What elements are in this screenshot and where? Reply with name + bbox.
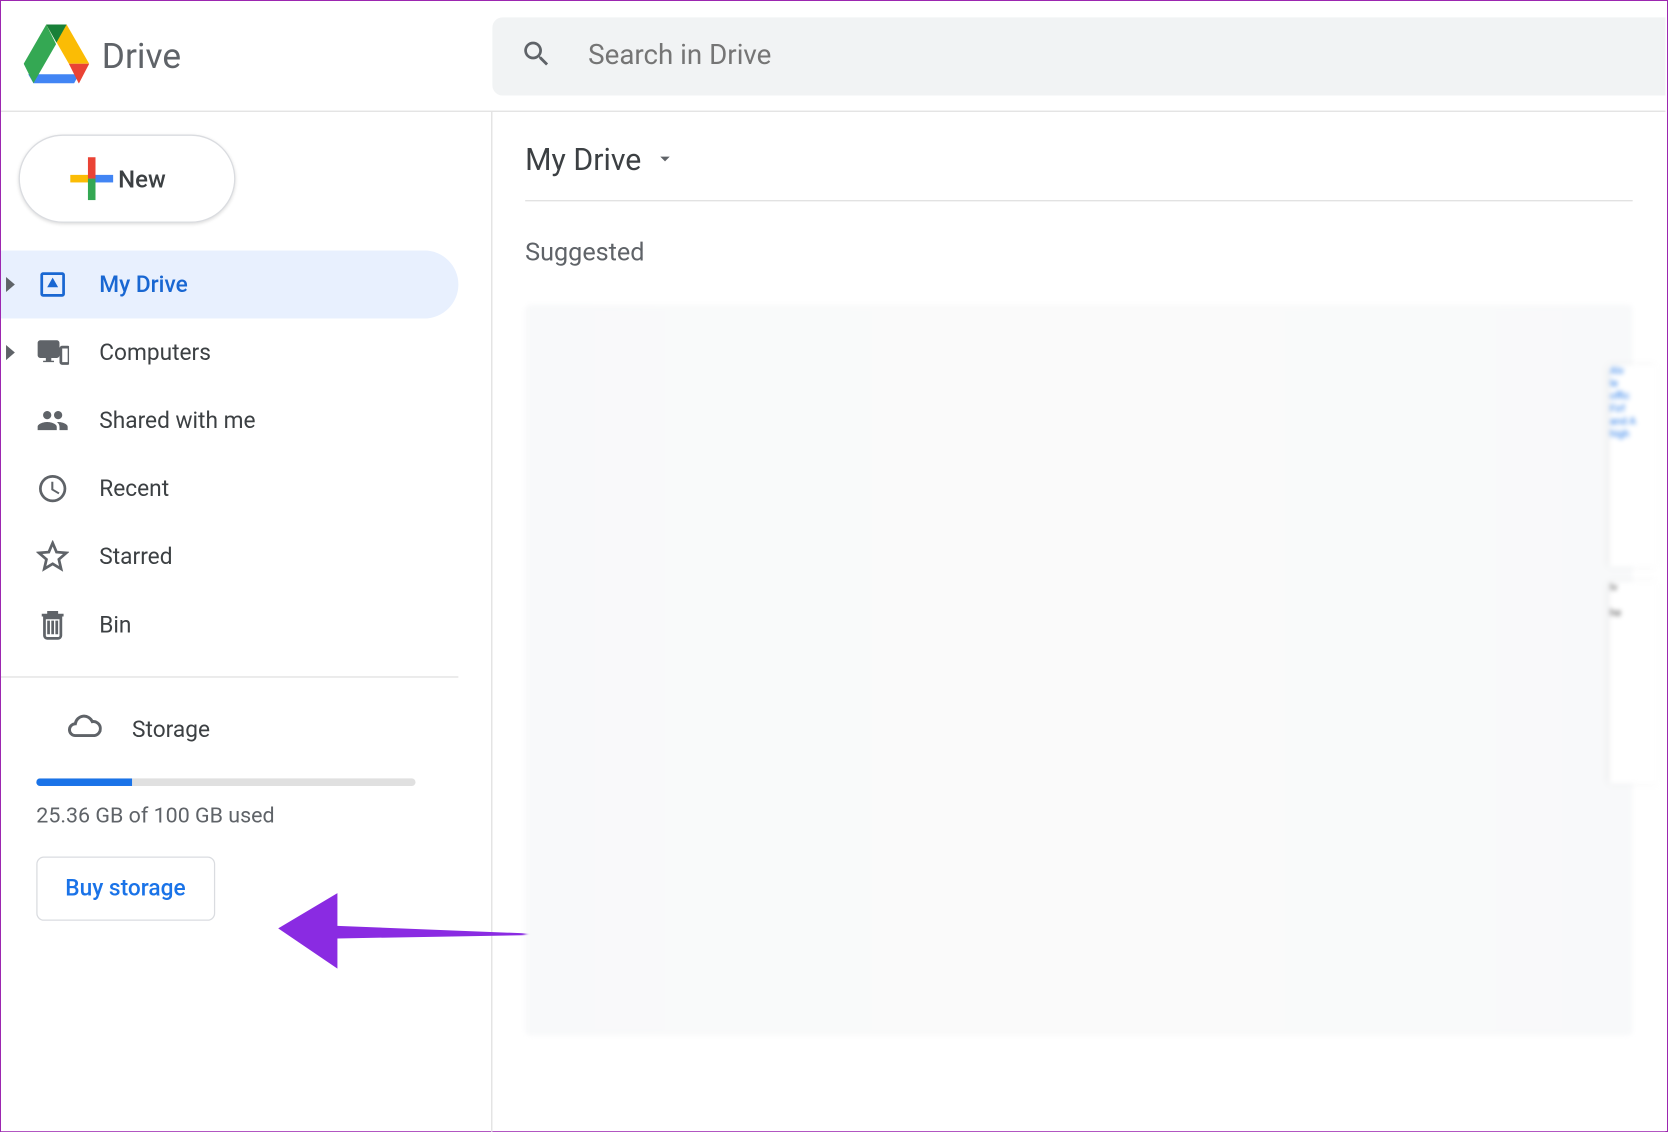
drive-logo-icon bbox=[24, 21, 90, 92]
computers-icon bbox=[36, 336, 69, 369]
shared-icon bbox=[36, 404, 69, 437]
buy-storage-button[interactable]: Buy storage bbox=[36, 857, 214, 921]
storage-progress-fill bbox=[36, 778, 132, 786]
chevron-down-icon bbox=[641, 142, 676, 177]
nav: My Drive Computers Shared with me bbox=[1, 250, 491, 920]
app-title: Drive bbox=[102, 35, 181, 77]
plus-icon bbox=[43, 152, 96, 205]
cloud-icon bbox=[67, 708, 102, 750]
recent-icon bbox=[36, 472, 69, 505]
storage-label: Storage bbox=[132, 716, 210, 742]
suggested-thumbnails: AlvleofficFirfand Ahigh lvhe bbox=[525, 305, 1633, 1036]
divider bbox=[1, 676, 458, 677]
app-header: Drive bbox=[1, 1, 1665, 112]
brand[interactable]: Drive bbox=[1, 21, 492, 92]
sidebar-item-label: Computers bbox=[99, 339, 211, 365]
sidebar-item-recent[interactable]: Recent bbox=[1, 455, 458, 523]
new-button-label: New bbox=[118, 164, 166, 193]
sidebar-item-shared[interactable]: Shared with me bbox=[1, 387, 458, 455]
search-icon bbox=[520, 37, 553, 75]
sidebar-item-label: My Drive bbox=[99, 271, 187, 297]
doc-preview-snippet: AlvleofficFirfand Ahigh bbox=[1610, 365, 1658, 567]
sidebar-item-starred[interactable]: Starred bbox=[1, 523, 458, 591]
search-input[interactable] bbox=[588, 40, 1504, 71]
bin-icon bbox=[36, 608, 69, 641]
storage-progress bbox=[36, 778, 415, 786]
doc-preview-snippet: lvhe bbox=[1610, 582, 1658, 784]
new-button[interactable]: New bbox=[19, 135, 236, 223]
search-bar[interactable] bbox=[492, 17, 1665, 95]
sidebar-item-label: Bin bbox=[99, 611, 131, 637]
breadcrumb[interactable]: My Drive bbox=[525, 142, 1633, 201]
sidebar-item-storage[interactable]: Storage bbox=[1, 695, 491, 763]
storage-usage-text: 25.36 GB of 100 GB used bbox=[36, 804, 491, 829]
starred-icon bbox=[36, 540, 69, 573]
main-content: My Drive Suggested AlvleofficFirfand Ahi… bbox=[492, 112, 1665, 1132]
sidebar-item-label: Recent bbox=[99, 475, 169, 501]
sidebar-item-label: Starred bbox=[99, 543, 172, 569]
sidebar-item-bin[interactable]: Bin bbox=[1, 591, 458, 659]
sidebar: New My Drive Computers bbox=[1, 112, 492, 1132]
sidebar-item-label: Shared with me bbox=[99, 407, 255, 433]
expand-icon[interactable] bbox=[6, 277, 15, 292]
expand-icon[interactable] bbox=[6, 345, 15, 360]
drive-icon bbox=[36, 268, 69, 301]
suggested-heading: Suggested bbox=[525, 237, 1633, 267]
breadcrumb-label: My Drive bbox=[525, 142, 641, 177]
sidebar-item-my-drive[interactable]: My Drive bbox=[1, 250, 458, 318]
sidebar-item-computers[interactable]: Computers bbox=[1, 319, 458, 387]
